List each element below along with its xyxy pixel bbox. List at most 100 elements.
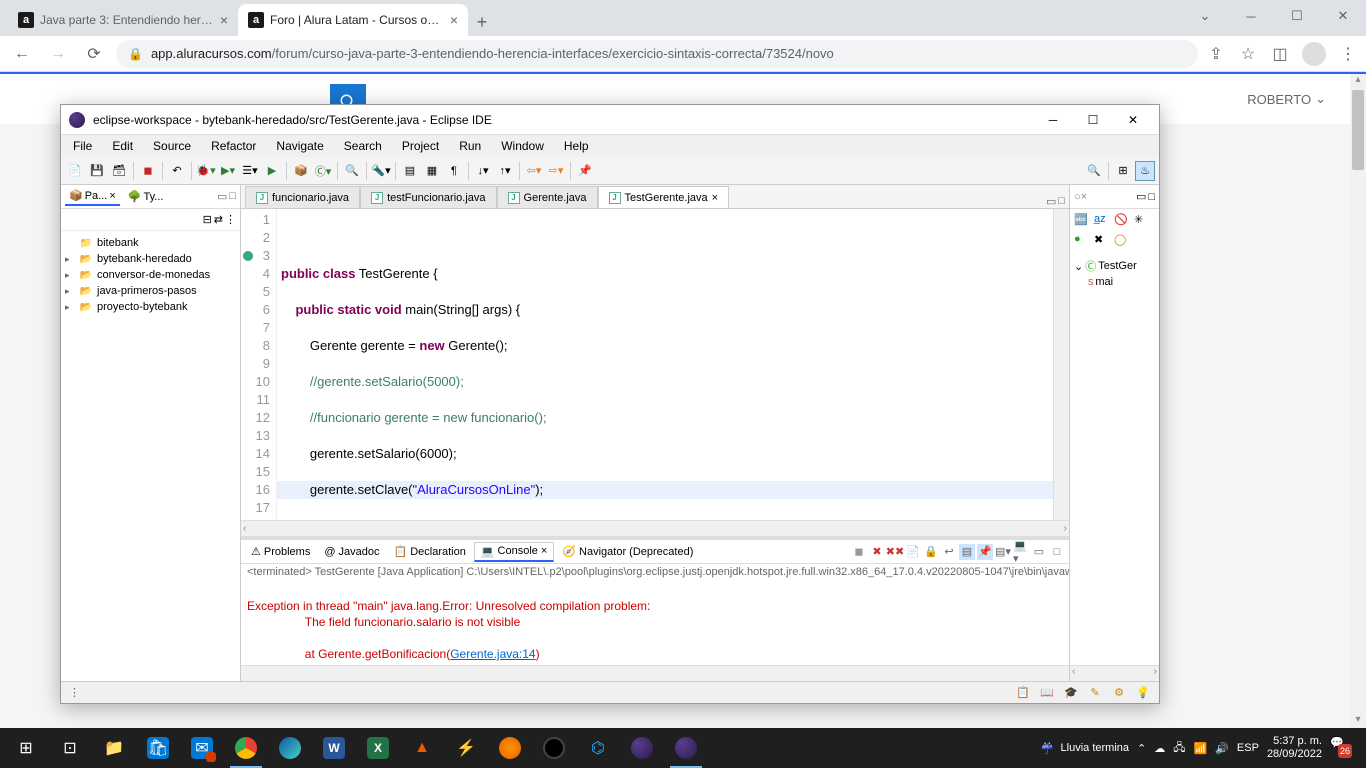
search-icon[interactable]: 🔦▾ (371, 161, 391, 181)
remove-launch-icon[interactable]: ✖ (869, 544, 885, 560)
page-user-menu[interactable]: ROBERTO ⌄ (1247, 91, 1326, 107)
view-minimize-icon[interactable]: ▭ (1031, 544, 1047, 560)
save-icon[interactable]: 💾 (87, 161, 107, 181)
editor-tab-0[interactable]: Jfuncionario.java (245, 186, 360, 208)
outline-close-icon[interactable]: ○× (1074, 191, 1087, 203)
eclipse-taskbar-icon-2[interactable] (664, 728, 708, 768)
status-edit-icon[interactable]: ✎ (1087, 685, 1103, 701)
coverage-icon[interactable]: ☰▾ (240, 161, 260, 181)
menu-search[interactable]: Search (336, 137, 390, 155)
eclipse-close-button[interactable]: ✕ (1115, 108, 1151, 132)
outline-class[interactable]: ⌄ Ⓒ TestGer (1074, 257, 1155, 275)
menu-navigate[interactable]: Navigate (268, 137, 331, 155)
eclipse-taskbar-icon[interactable] (620, 728, 664, 768)
menu-run[interactable]: Run (451, 137, 489, 155)
next-annotation-icon[interactable]: ↓▾ (473, 161, 493, 181)
outline-hscrollbar[interactable]: ‹› (1070, 665, 1159, 681)
obs-icon[interactable] (532, 728, 576, 768)
tree-item[interactable]: ▸📂proyecto-bytebank (65, 299, 236, 315)
problems-tab[interactable]: ⚠ Problems (245, 543, 316, 560)
editor-minimize-icon[interactable]: ▭ (1046, 195, 1056, 208)
edge-icon[interactable] (268, 728, 312, 768)
extensions-icon[interactable]: ◫ (1270, 44, 1290, 64)
scroll-lock-icon[interactable]: 🔒 (923, 544, 939, 560)
new-package-icon[interactable]: 📦 (291, 161, 311, 181)
sort-icon[interactable]: 🔤 (1074, 213, 1090, 229)
back-button[interactable]: ← (8, 40, 36, 68)
status-cap-icon[interactable]: 🎓 (1063, 685, 1079, 701)
display-selected-icon[interactable]: ▤▾ (995, 544, 1011, 560)
stacktrace-link[interactable]: Gerente.java:14 (450, 647, 535, 661)
console-hscrollbar[interactable] (241, 665, 1069, 681)
new-icon[interactable]: 📄 (65, 161, 85, 181)
new-tab-button[interactable]: + (468, 8, 496, 36)
hide-static-icon[interactable]: ✳ (1134, 213, 1150, 229)
show-whitespace-icon[interactable]: ¶ (444, 161, 464, 181)
console-tab[interactable]: 💻 Console × (474, 542, 555, 562)
show-console-icon[interactable]: ▤ (959, 544, 975, 560)
menu-window[interactable]: Window (493, 137, 552, 155)
forward-nav-icon[interactable]: ⇨▾ (546, 161, 566, 181)
profile-avatar[interactable] (1302, 42, 1326, 66)
tab-close-icon[interactable]: × (220, 12, 228, 28)
toggle-block-icon[interactable]: ▦ (422, 161, 442, 181)
tree-item[interactable]: ▸📂java-primeros-pasos (65, 283, 236, 299)
maximize-view-icon[interactable]: □ (229, 190, 236, 203)
link-editor-icon[interactable]: ⇄ (214, 213, 223, 226)
package-explorer-tab[interactable]: 📦 Pa... × (65, 187, 120, 206)
menu-edit[interactable]: Edit (104, 137, 141, 155)
file-explorer-icon[interactable]: 📁 (92, 728, 136, 768)
outline-max-icon[interactable]: □ (1148, 191, 1155, 203)
status-drag-icon[interactable]: ⋮ (69, 686, 80, 699)
editor-tab-2[interactable]: JGerente.java (497, 186, 598, 208)
javadoc-tab[interactable]: @ Javadoc (318, 544, 385, 560)
debug-icon[interactable]: 🐞▾ (196, 161, 216, 181)
share-icon[interactable]: ⇪ (1206, 44, 1226, 64)
toggle-mark-icon[interactable]: ▤ (400, 161, 420, 181)
tab-close-icon[interactable]: × (712, 192, 718, 204)
eclipse-maximize-button[interactable]: ☐ (1075, 108, 1111, 132)
scrollbar-thumb[interactable] (1352, 90, 1364, 170)
collapse-all-icon[interactable]: ⊟ (203, 213, 212, 226)
quick-access-icon[interactable]: 🔍 (1084, 161, 1104, 181)
tree-item[interactable]: ▸📂conversor-de-monedas (65, 267, 236, 283)
tray-network-icon[interactable]: 🖧 (1173, 739, 1185, 758)
notification-center-icon[interactable]: 💬 26 (1330, 736, 1354, 760)
taskbar-clock[interactable]: 5:37 p. m. 28/09/2022 (1267, 735, 1322, 761)
view-maximize-icon[interactable]: □ (1049, 544, 1065, 560)
tab-close-icon[interactable]: × (541, 545, 547, 557)
address-bar[interactable]: 🔒 app.aluracursos.com/forum/curso-java-p… (116, 40, 1198, 68)
open-perspective-icon[interactable]: ⊞ (1113, 161, 1133, 181)
tab-close-icon[interactable]: × (450, 12, 458, 28)
excel-icon[interactable]: X (356, 728, 400, 768)
java-perspective-icon[interactable]: ♨ (1135, 161, 1155, 181)
tray-volume-icon[interactable]: 🔊 (1215, 742, 1229, 755)
editor-tab-3[interactable]: JTestGerente.java × (598, 186, 730, 208)
tree-item[interactable]: ▸📂bytebank-heredado (65, 251, 236, 267)
tray-language[interactable]: ESP (1237, 742, 1259, 754)
menu-project[interactable]: Project (394, 137, 447, 155)
back-nav-icon[interactable]: ⇦▾ (524, 161, 544, 181)
menu-help[interactable]: Help (556, 137, 597, 155)
undo-icon[interactable]: ↶ (167, 161, 187, 181)
editor-vscrollbar[interactable] (1053, 209, 1069, 520)
outline-min-icon[interactable]: ▭ (1136, 190, 1146, 203)
navigator-tab[interactable]: 🧭 Navigator (Deprecated) (556, 543, 699, 560)
code-editor[interactable]: 1234567891011121314151617 public class T… (241, 209, 1069, 520)
menu-file[interactable]: File (65, 137, 100, 155)
ms-store-icon[interactable]: 🛍 (136, 728, 180, 768)
remove-all-icon[interactable]: ✖✖ (887, 544, 903, 560)
chrome-minimize-button[interactable]: ─ (1228, 0, 1274, 32)
winamp-icon[interactable]: ⚡ (444, 728, 488, 768)
browser-tab-0[interactable]: a Java parte 3: Entendiendo herencia × (8, 4, 238, 36)
editor-maximize-icon[interactable]: □ (1058, 195, 1065, 208)
run-last-icon[interactable]: ▶ (262, 161, 282, 181)
terminate-console-icon[interactable]: ◼ (851, 544, 867, 560)
editor-tab-1[interactable]: JtestFuncionario.java (360, 186, 496, 208)
menu-icon[interactable]: ⋮ (1338, 44, 1358, 64)
prev-annotation-icon[interactable]: ↑▾ (495, 161, 515, 181)
type-hierarchy-tab[interactable]: 🌳 Ty... (124, 188, 168, 205)
chrome-close-button[interactable]: ✕ (1320, 0, 1366, 32)
pin-icon[interactable]: 📌 (575, 161, 595, 181)
eclipse-titlebar[interactable]: eclipse-workspace - bytebank-heredado/sr… (61, 105, 1159, 135)
